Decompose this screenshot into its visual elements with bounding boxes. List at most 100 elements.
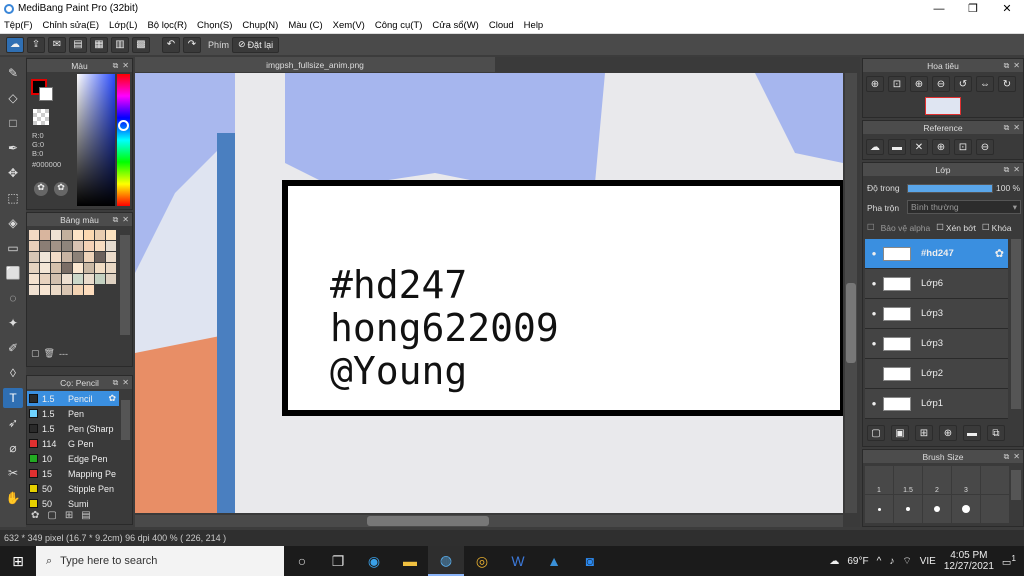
popout-icon[interactable]: ⧉: [1004, 61, 1010, 71]
menu-select[interactable]: Chọn(S): [197, 20, 232, 31]
palette-swatch[interactable]: [51, 230, 61, 240]
brush-item[interactable]: 15 Mapping Pe: [27, 466, 119, 481]
windows-start-icon[interactable]: ⊞: [0, 546, 36, 576]
pen-tool-icon[interactable]: ✒: [3, 138, 23, 158]
rectangle-tool-icon[interactable]: □: [3, 113, 23, 133]
zoom-in-icon[interactable]: ⊕: [932, 139, 950, 155]
vertical-scroll-thumb[interactable]: [846, 283, 856, 363]
clock[interactable]: 4:05 PM 12/27/2021: [944, 550, 994, 572]
reset-button[interactable]: ⊘ Đặt lại: [232, 36, 280, 53]
weather-icon[interactable]: ☁: [829, 556, 839, 567]
palette-scrollbar[interactable]: [120, 235, 130, 335]
chevron-up-icon[interactable]: ^: [877, 556, 882, 567]
close-icon[interactable]: ✕: [1013, 61, 1020, 70]
palette-swatch[interactable]: [95, 263, 105, 273]
palette-swatch[interactable]: [29, 230, 39, 240]
palette-swatch[interactable]: [40, 241, 50, 251]
comment-icon[interactable]: ✉: [48, 36, 66, 53]
canvas-vertical-scrollbar[interactable]: [845, 73, 857, 513]
select-pen-tool-icon[interactable]: ✐: [3, 338, 23, 358]
task-view-icon[interactable]: ❐: [320, 546, 356, 576]
close-icon[interactable]: ✕: [1013, 165, 1020, 174]
delete-palette-icon[interactable]: 🗑: [44, 348, 55, 359]
palette-swatch[interactable]: [73, 252, 83, 262]
saturation-value-picker[interactable]: [77, 74, 115, 206]
palette-swatch[interactable]: [51, 274, 61, 284]
close-icon[interactable]: ✕: [1013, 123, 1020, 132]
close-icon[interactable]: ✕: [122, 378, 129, 387]
palette-swatch[interactable]: [84, 252, 94, 262]
zoom-in-icon[interactable]: ⊕: [866, 76, 884, 92]
layer-item[interactable]: ● Lớp3: [865, 299, 1008, 329]
brush-item[interactable]: 114 G Pen: [27, 436, 119, 451]
close-icon[interactable]: ✕: [1013, 452, 1020, 461]
palette-swatch[interactable]: [95, 274, 105, 284]
brush-size-option[interactable]: 3: [952, 466, 980, 494]
menu-capture[interactable]: Chụp(N): [242, 20, 278, 31]
brush-scrollbar[interactable]: [121, 400, 130, 440]
visibility-icon[interactable]: ●: [865, 309, 883, 318]
word-icon[interactable]: W: [500, 546, 536, 576]
merge-layer-icon[interactable]: ⊞: [915, 425, 933, 441]
palette-swatch[interactable]: [106, 252, 116, 262]
palette-swatch[interactable]: [29, 274, 39, 284]
palette-swatch[interactable]: [40, 263, 50, 273]
brush-item[interactable]: 10 Edge Pen: [27, 451, 119, 466]
folder-icon[interactable]: ▬: [963, 425, 981, 441]
palette-swatch[interactable]: [29, 263, 39, 273]
menu-window[interactable]: Cửa sổ(W): [432, 20, 478, 31]
brush-file-icon[interactable]: ▤: [81, 510, 90, 521]
brush-item[interactable]: 1.5 Pen (Sharp: [27, 421, 119, 436]
palette-swatch[interactable]: [106, 263, 116, 273]
palette-swatch[interactable]: [62, 285, 72, 295]
new-layer-icon[interactable]: ▢: [867, 425, 885, 441]
protect-alpha-checkbox[interactable]: ☐: [867, 222, 875, 233]
horizontal-scroll-thumb[interactable]: [367, 516, 489, 526]
photos-icon[interactable]: ▲: [536, 546, 572, 576]
hue-handle[interactable]: [118, 120, 129, 131]
brush-size-scrollbar[interactable]: [1011, 470, 1021, 500]
brush-tool-icon[interactable]: ✎: [3, 63, 23, 83]
palette-swatch[interactable]: [40, 230, 50, 240]
share-icon[interactable]: ⇪: [27, 36, 45, 53]
new-brush-icon[interactable]: ▢: [47, 510, 56, 521]
palette-swatch[interactable]: [73, 241, 83, 251]
layer-item[interactable]: ● Lớp1: [865, 389, 1008, 419]
select-rect-tool-icon[interactable]: ⬜: [3, 263, 23, 283]
visibility-icon[interactable]: ●: [865, 249, 883, 258]
text-tool-icon[interactable]: T: [3, 388, 23, 408]
visibility-icon[interactable]: ●: [865, 279, 883, 288]
menu-layer[interactable]: Lớp(L): [109, 20, 137, 31]
minimize-button[interactable]: —: [922, 0, 956, 17]
eyedropper-tool-icon[interactable]: ⌀: [3, 438, 23, 458]
brush-size-option[interactable]: [981, 495, 1009, 523]
popout-icon[interactable]: ⧉: [113, 378, 119, 388]
menu-edit[interactable]: Chỉnh sửa(E): [43, 20, 100, 31]
file-explorer-icon[interactable]: ▬: [392, 546, 428, 576]
palette-swatch[interactable]: [29, 241, 39, 251]
palette-swatch[interactable]: [73, 263, 83, 273]
menu-color[interactable]: Màu (C): [288, 20, 322, 31]
zoom-fit-icon[interactable]: ⊡: [888, 76, 906, 92]
color-wheel-icon[interactable]: ✿: [34, 182, 48, 196]
cloud-upload-icon[interactable]: ☁: [866, 139, 884, 155]
palette-swatch[interactable]: [62, 274, 72, 284]
palette-swatch[interactable]: [51, 263, 61, 273]
medibang-taskbar-icon[interactable]: ◍: [428, 546, 464, 576]
layer-item[interactable]: ● #hd247 ✿: [865, 239, 1008, 269]
brush-size-option[interactable]: [894, 495, 922, 523]
palette-swatch[interactable]: [95, 241, 105, 251]
palette-swatch[interactable]: [51, 252, 61, 262]
notification-icon[interactable]: ▭1: [1002, 553, 1016, 568]
cortana-icon[interactable]: ○: [284, 546, 320, 576]
undo-icon[interactable]: ↶: [162, 36, 180, 53]
brush-settings-icon[interactable]: ✿: [31, 510, 39, 521]
gradient-tool-icon[interactable]: ▭: [3, 238, 23, 258]
remove-icon[interactable]: ✕: [910, 139, 928, 155]
popout-icon[interactable]: ⧉: [113, 215, 119, 225]
palette-swatch[interactable]: [40, 252, 50, 262]
eraser-tool-icon[interactable]: ◇: [3, 88, 23, 108]
brush-item[interactable]: 1.5 Pencil ✿: [27, 391, 119, 406]
select-eraser-tool-icon[interactable]: ◊: [3, 363, 23, 383]
blend-mode-select[interactable]: Bình thường ▾: [907, 200, 1021, 214]
